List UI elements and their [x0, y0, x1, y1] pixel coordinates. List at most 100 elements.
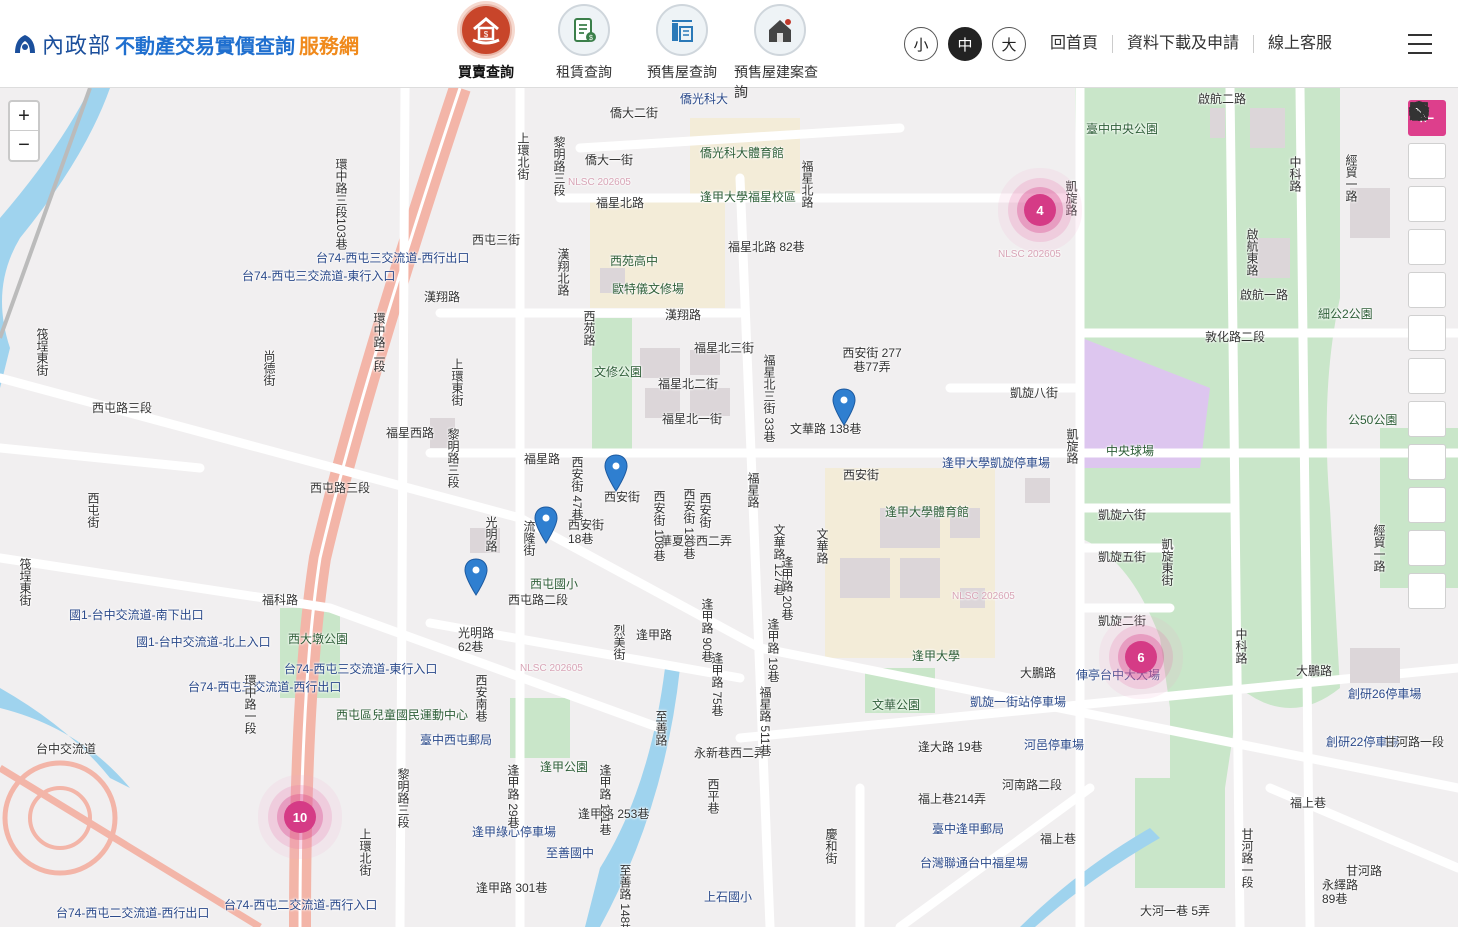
cluster-count: 4 [1024, 194, 1056, 226]
nav-rental-query[interactable]: $ 租賃查詢 [538, 4, 630, 102]
nav-presale-project-query[interactable]: 預售屋建案查詢 [734, 4, 826, 102]
font-size-small-button[interactable]: 小 [904, 27, 938, 61]
nav-presale-query[interactable]: 預售屋查詢 [636, 4, 728, 102]
map-label: 逢甲大學體育館 [885, 505, 970, 519]
map-label: 福星北路 [800, 160, 814, 208]
map-label: 凱旋五街 [1098, 550, 1147, 564]
map-label: 慶和街 [824, 828, 838, 864]
map-label: 福星路 511巷 [758, 686, 772, 757]
location-search-button[interactable] [1408, 101, 1446, 179]
map-label: 啟航二路 [1198, 92, 1247, 106]
map-label: 創研26停車場 [1348, 687, 1422, 701]
map-label: 上環東街 [450, 358, 464, 406]
map-label: 逢甲路 19巷 [766, 618, 780, 683]
map-pin-icon[interactable] [831, 388, 857, 426]
nav-sales-query[interactable]: $ 買賣查詢 [440, 4, 532, 102]
map-label: 環中路一段 [243, 674, 257, 734]
map-label: 僑大一街 [585, 153, 634, 167]
map-label: 西安街 108巷 [652, 490, 666, 562]
map-label: 僑光科大體育館 [700, 146, 785, 160]
map-label: 烈美街 [612, 624, 626, 660]
map-pin-icon[interactable] [463, 558, 489, 596]
layers-button[interactable] [1408, 102, 1446, 308]
map-canvas[interactable]: 僑光科大 僑大二街 僑大一街 僑光科大體育館 逢甲大學福星校區 福星北路 福星北… [0, 88, 1458, 927]
map-label: 永新巷西二弄 [694, 746, 767, 760]
zoom-in-button[interactable]: + [10, 102, 38, 131]
map-label: 黎明路三段 [446, 428, 460, 488]
map-label: 上環北街 [516, 132, 530, 180]
map-label: 西安街 18巷 [568, 518, 605, 546]
map-label: 西屯三街 [472, 233, 521, 247]
map-label: 逢甲大學 [912, 649, 961, 663]
map-label: 逢甲路 121巷 [598, 764, 612, 836]
map-label: 西安街 [843, 468, 880, 482]
map-label: 永繹路 89巷 [1322, 878, 1359, 906]
transaction-cluster[interactable]: 6 [1125, 641, 1157, 673]
map-label: 筏埕東街 [35, 328, 49, 376]
area-measure-button[interactable] [1408, 102, 1446, 437]
map-label: 逢甲路 301巷 [476, 881, 548, 895]
map-label: 西安街 [698, 492, 712, 528]
map-label: 福上巷 [1040, 832, 1077, 846]
point-tool-button[interactable] [1408, 103, 1446, 566]
main-nav: $ 買賣查詢 $ 租賃查詢 預售屋查詢 預售屋建案查詢 [440, 4, 826, 102]
nav-label: 租賃查詢 [556, 64, 612, 80]
map-pin-icon[interactable] [533, 506, 559, 544]
map-label: 福星北路 82巷 [728, 240, 805, 254]
nav-label: 預售屋查詢 [647, 64, 717, 80]
map-label: 大鵬路 [1296, 664, 1333, 678]
map-label: 黎明路三段 [396, 768, 410, 828]
polygon-select-button[interactable] [1408, 102, 1446, 265]
map-label: 甘河路一段 [1384, 735, 1445, 749]
presale-project-icon [754, 4, 806, 56]
logo-title-text: 不動產交易實價查詢 [115, 35, 296, 58]
map-label: 凱旋六街 [1098, 508, 1147, 522]
svg-text:$: $ [484, 30, 489, 39]
map-label: 福星北三街 33巷 [762, 354, 776, 443]
map-label: 中科路 [1288, 156, 1302, 192]
range-select-button[interactable] [1408, 102, 1446, 222]
zoom-out-button[interactable]: − [10, 131, 38, 160]
map-label: 西安街 130巷 [682, 488, 696, 560]
map-label: 台74-西屯三交流道-西行出口 [316, 251, 470, 265]
nav-label: 預售屋建案查詢 [734, 64, 818, 100]
map-label: 台74-西屯三交流道-東行入口 [242, 269, 396, 283]
logo-suffix-text: 服務網 [299, 35, 360, 58]
institution-button[interactable] [1408, 103, 1446, 609]
map-label: 凱旋路 [1065, 428, 1079, 464]
map-label: 逢甲大學福星校區 [700, 190, 797, 204]
map-label: 上環北街 [358, 828, 372, 876]
download-link[interactable]: 資料下載及申請 [1113, 35, 1255, 53]
draw-button[interactable] [1408, 101, 1446, 394]
eraser-button[interactable] [1408, 103, 1446, 523]
font-size-medium-button[interactable]: 中 [948, 27, 982, 61]
rental-contract-icon: $ [558, 4, 610, 56]
map-watermark: NLSC 202605 [568, 177, 631, 188]
logo[interactable]: 內政部 不動產交易實價查詢 服務網 [12, 28, 359, 60]
distance-measure-button[interactable] [1408, 107, 1446, 480]
map-label: 福星北一街 [662, 412, 723, 426]
support-link[interactable]: 線上客服 [1254, 35, 1346, 53]
bank-icon [1410, 103, 1428, 120]
font-size-large-button[interactable]: 大 [992, 27, 1026, 61]
map-label: 啟航東路 [1245, 228, 1259, 276]
map-label: 福星北三街 [694, 341, 755, 355]
transaction-cluster[interactable]: 10 [284, 801, 316, 833]
my-location-button[interactable] [1408, 101, 1446, 351]
map-label: 河邑停車場 [1024, 738, 1085, 752]
map-pin-icon[interactable] [603, 454, 629, 492]
menu-icon[interactable] [1408, 34, 1432, 54]
map-label: 臺中中央公園 [1086, 122, 1159, 136]
home-link[interactable]: 回首頁 [1036, 35, 1114, 53]
map-label: 西安街 47巷 [570, 456, 584, 521]
map-label: 西屯路二段 [508, 593, 569, 607]
transaction-cluster[interactable]: 4 [1024, 194, 1056, 226]
map-label: 逢甲路 [636, 628, 673, 642]
map-label: 啟航一路 [1240, 288, 1289, 302]
logo-ministry-text: 內政部 [42, 34, 112, 59]
house-hand-icon: $ [460, 4, 512, 56]
cluster-count: 10 [284, 801, 316, 833]
map-label: 大鵬路 [1020, 666, 1057, 680]
map-label: 逢甲大學凱旋停車場 [942, 456, 1051, 470]
map-label: 逢大路 19巷 [918, 740, 983, 754]
